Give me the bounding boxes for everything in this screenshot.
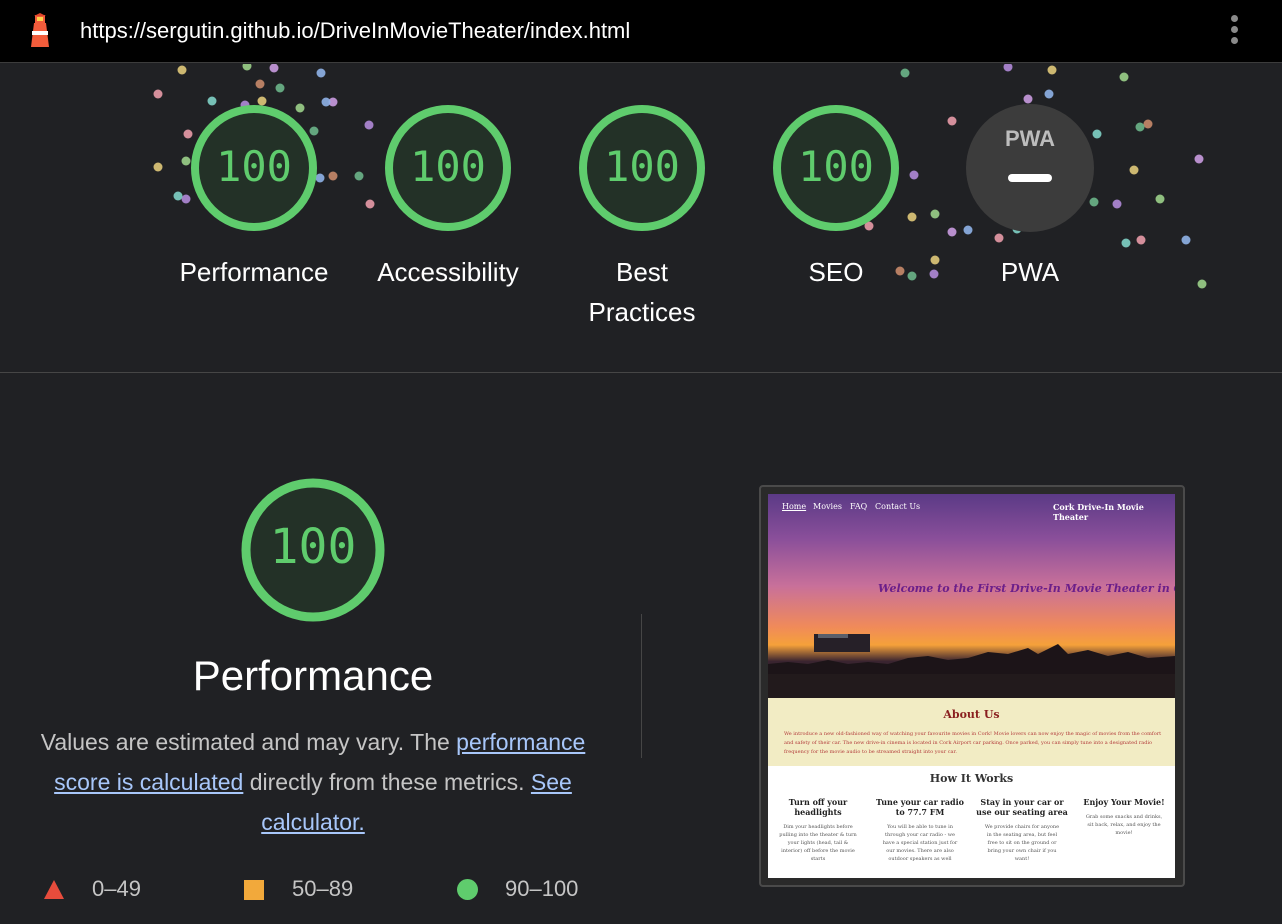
confetti-dot — [275, 83, 285, 93]
desc-text: Values are estimated and may vary. The — [40, 729, 457, 755]
confetti-dot — [930, 209, 940, 219]
column-text: Dim your headlights before pulling into … — [779, 824, 857, 862]
nav-contact: Contact Us — [875, 502, 921, 511]
column-text: Grab some snacks and drinks, sit back, r… — [1085, 814, 1163, 836]
confetti-dot — [1155, 194, 1165, 204]
nav-home: Home — [782, 502, 807, 511]
nav-movies: Movies — [813, 502, 842, 511]
city-skyline — [768, 634, 1175, 698]
confetti-dot — [364, 120, 374, 130]
gauge-pwa[interactable]: PWA PWA — [966, 104, 1094, 287]
vertical-divider — [641, 614, 642, 758]
legend-average-range: 50–89 — [292, 876, 354, 901]
confetti-dot — [1129, 165, 1139, 175]
gauge-score: 100 — [410, 142, 486, 191]
confetti-dot — [1112, 199, 1122, 209]
performance-score: 100 — [269, 519, 357, 575]
confetti-dot — [365, 199, 375, 209]
confetti-dot — [947, 116, 957, 126]
hero-title: Welcome to the First Drive-In Movie Thea… — [878, 582, 1175, 595]
scores-header: 100 Performance 100 Accessibility 100 Be… — [0, 64, 1282, 372]
confetti-dot — [1135, 122, 1145, 132]
confetti-dot — [1044, 89, 1054, 99]
confetti-dot — [255, 79, 265, 89]
gauge-label: Accessibility — [377, 257, 519, 287]
lighthouse-icon — [31, 13, 49, 47]
confetti-dot — [994, 233, 1004, 243]
legend-fail-range: 0–49 — [92, 876, 141, 901]
fail-triangle-icon — [44, 880, 64, 899]
gauge-score: 100 — [604, 142, 680, 191]
confetti-dot — [242, 64, 252, 71]
how-heading: How It Works — [929, 772, 1014, 785]
gauge-label: Performance — [179, 257, 329, 287]
performance-description: Values are estimated and may vary. The p… — [24, 722, 602, 842]
confetti-dot — [173, 191, 183, 201]
gauge-seo[interactable]: 100 SEO — [772, 104, 900, 287]
column-title: Turn off your headlights — [788, 797, 848, 817]
confetti-dot — [1121, 238, 1131, 248]
gauge-label: SEO — [808, 257, 864, 287]
confetti-dot — [1194, 154, 1204, 164]
desc-text-middle: directly from these metrics. — [243, 769, 531, 795]
nav-faq: FAQ — [850, 502, 868, 511]
confetti-dot — [177, 65, 187, 75]
pass-circle-icon — [457, 879, 478, 900]
confetti-dot — [321, 97, 331, 107]
confetti-dot — [909, 170, 919, 180]
confetti-dot — [328, 171, 338, 181]
how-column: Stay in your car or use our seating area… — [974, 797, 1070, 863]
confetti-dot — [900, 68, 910, 78]
legend-pass-range: 90–100 — [505, 876, 579, 901]
confetti-dot — [153, 89, 163, 99]
confetti-dot — [947, 227, 957, 237]
how-column: Turn off your headlights Dim your headli… — [770, 797, 866, 863]
section-divider — [0, 372, 1282, 373]
gauge-accessibility[interactable]: 100 Accessibility — [377, 104, 519, 287]
confetti-dot — [1047, 65, 1057, 75]
confetti-dot — [907, 212, 917, 222]
confetti-dot — [1023, 94, 1033, 104]
final-screenshot: Home Movies FAQ Contact Us Cork Drive-In… — [768, 494, 1175, 878]
confetti-dot — [1181, 235, 1191, 245]
performance-title: Performance — [192, 652, 434, 699]
column-text: We provide chairs for anyone in the seat… — [984, 824, 1060, 862]
about-heading: About Us — [943, 708, 1000, 721]
confetti-dot — [1003, 64, 1013, 72]
confetti-dot — [1143, 119, 1153, 129]
pwa-badge-text: PWA — [1004, 126, 1056, 151]
report-url[interactable]: https://sergutin.github.io/DriveInMovieT… — [80, 18, 630, 44]
confetti-dot — [269, 64, 279, 73]
gauge-label: PWA — [1000, 257, 1060, 287]
confetti-dot — [1119, 72, 1129, 82]
confetti-dot — [153, 162, 163, 172]
how-column: Tune your car radio to 77.7 FM You will … — [872, 797, 968, 863]
site-title: Cork Drive-In Movie Theater — [1053, 502, 1144, 522]
top-bar: https://sergutin.github.io/DriveInMovieT… — [0, 0, 1282, 63]
confetti-dot — [1197, 279, 1207, 289]
column-text: You will be able to tune in through your… — [882, 824, 958, 862]
average-square-icon — [244, 880, 264, 900]
gauge-best-practices[interactable]: 100 Best Practices — [578, 104, 706, 327]
gauge-label: Best Practices — [588, 257, 696, 327]
gauge-performance[interactable]: 100 Performance — [180, 104, 328, 287]
column-title: Enjoy Your Movie! — [1083, 797, 1165, 807]
confetti-dot — [1136, 235, 1146, 245]
hero-image: Home Movies FAQ Contact Us Cork Drive-In… — [768, 494, 1175, 698]
how-column: Enjoy Your Movie! Grab some snacks and d… — [1076, 797, 1172, 837]
about-text: We introduce a new old-fashioned way of … — [784, 731, 1162, 755]
pwa-badge-icon — [966, 104, 1094, 232]
column-title: Stay in your car or use our seating area — [976, 797, 1068, 817]
about-section: About Us We introduce a new old-fashione… — [768, 698, 1175, 766]
column-title: Tune your car radio to 77.7 FM — [876, 797, 964, 817]
confetti-dot — [354, 171, 364, 181]
confetti-dot — [316, 68, 326, 78]
gauge-score: 100 — [216, 142, 292, 191]
kebab-menu-icon[interactable] — [1226, 15, 1242, 49]
gauge-score: 100 — [798, 142, 874, 191]
